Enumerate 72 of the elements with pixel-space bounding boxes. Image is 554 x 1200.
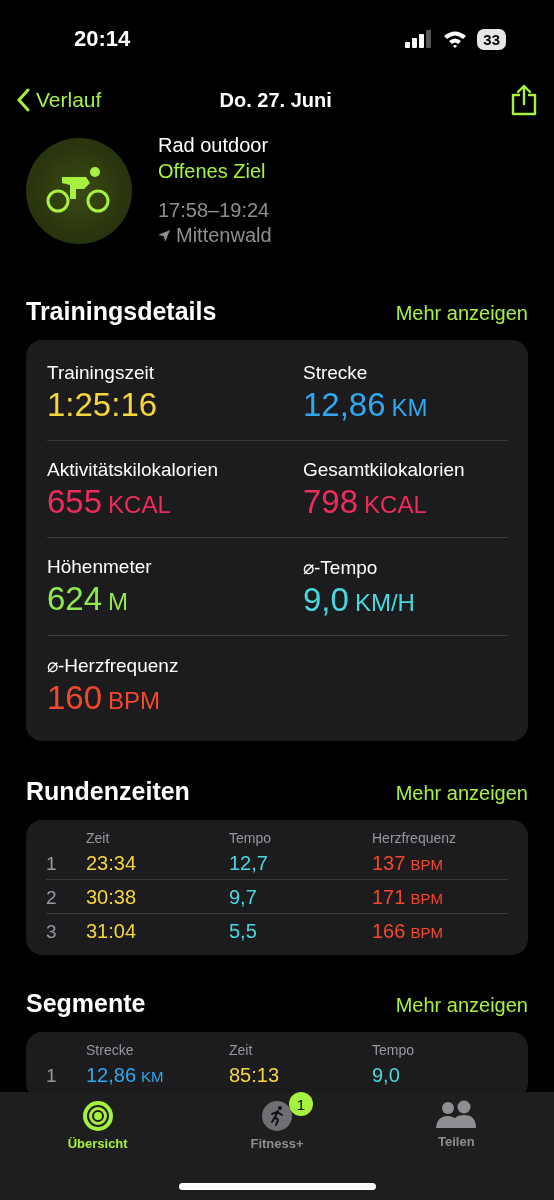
more-link[interactable]: Mehr anzeigen xyxy=(395,782,528,805)
battery-level: 33 xyxy=(477,28,506,50)
metric-label: ⌀-Tempo xyxy=(303,556,378,579)
row-number: 1 xyxy=(46,1065,58,1087)
metric-label: ⌀-Herzfrequenz xyxy=(47,654,179,677)
metric-unit: M xyxy=(108,588,129,616)
tab[interactable]: Teilen xyxy=(366,1092,546,1200)
section-title: Rundenzeiten xyxy=(26,777,190,806)
column-header: Herzfrequenz xyxy=(372,830,458,846)
section-title: Trainingsdetails xyxy=(26,297,217,326)
rings-icon xyxy=(81,1100,114,1132)
time-range: 17:58–19:24 xyxy=(158,199,271,222)
column-header: Tempo xyxy=(372,1042,416,1058)
column-header: Strecke xyxy=(86,1042,135,1058)
metric-label: Höhenmeter xyxy=(47,556,152,578)
table-cell: 166 xyxy=(372,920,406,943)
more-link[interactable]: Mehr anzeigen xyxy=(395,302,528,325)
wifi-icon xyxy=(443,30,468,48)
status-time: 20:14 xyxy=(74,26,131,52)
metric-value: 798 xyxy=(303,483,359,521)
table-cell: 171 xyxy=(372,886,406,909)
metric-label: Strecke xyxy=(303,362,368,384)
metric-label: Gesamtkilokalorien xyxy=(303,459,465,481)
table-cell: 137 xyxy=(372,852,406,875)
row-number: 1 xyxy=(46,853,58,875)
row-number: 2 xyxy=(46,887,58,909)
share-icon[interactable] xyxy=(510,84,538,116)
table-cell-text: 9,0 xyxy=(372,1064,401,1087)
metric-value: 160 xyxy=(47,679,103,717)
metric-value: 1:25:16 xyxy=(47,386,158,424)
metric-label: Aktivitätskilokalorien xyxy=(47,459,219,481)
table-cell-text: 23:34 xyxy=(86,852,138,875)
table-cell-text: 12,7 xyxy=(229,852,269,875)
table-cell-text: 9,7 xyxy=(229,886,258,909)
nav-title: Do. 27. Juni xyxy=(219,88,332,112)
more-link[interactable]: Mehr anzeigen xyxy=(395,994,528,1017)
section-title: Segmente xyxy=(26,989,146,1018)
column-header: Zeit xyxy=(86,830,111,846)
workout-goal: Offenes Ziel xyxy=(158,160,267,183)
back-button[interactable]: Verlauf xyxy=(16,88,102,112)
metric-value: 9,0 xyxy=(303,581,349,619)
unit-label: BPM xyxy=(410,856,443,873)
unit-label: BPM xyxy=(410,924,443,941)
metric-unit: KCAL xyxy=(364,491,427,519)
badge: 1 xyxy=(289,1092,313,1116)
metric-value: 624 xyxy=(47,580,103,618)
metric-unit: KM/H xyxy=(354,589,415,617)
location: Mittenwald xyxy=(176,224,272,247)
chevron-left-icon xyxy=(16,88,30,112)
metric-unit: BPM xyxy=(108,687,161,715)
table-cell-text: 5,5 xyxy=(229,920,258,943)
workout-type: Rad outdoor xyxy=(158,134,270,157)
table-cell-text: 31:04 xyxy=(86,920,138,943)
column-header: Zeit xyxy=(229,1042,254,1058)
metric-value: 12,86 xyxy=(303,386,386,424)
location-arrow-icon xyxy=(158,229,170,242)
metric-label: Trainingszeit xyxy=(47,362,154,384)
unit-label: KM xyxy=(141,1068,164,1085)
signal-icon xyxy=(405,30,434,48)
metric-unit: KCAL xyxy=(108,491,171,519)
table-cell-text: 85:13 xyxy=(229,1064,281,1087)
table-cell: 12,86 xyxy=(86,1064,137,1087)
cyclist-icon xyxy=(46,166,112,215)
column-header: Tempo xyxy=(229,830,273,846)
table-cell-text: 30:38 xyxy=(86,886,138,909)
metric-unit: KM xyxy=(391,394,428,422)
tab[interactable]: Übersicht xyxy=(8,1092,188,1200)
people-icon xyxy=(435,1100,478,1130)
unit-label: BPM xyxy=(410,890,443,907)
runner-icon xyxy=(261,1100,293,1132)
metric-value: 655 xyxy=(47,483,103,521)
row-number: 3 xyxy=(46,921,58,943)
